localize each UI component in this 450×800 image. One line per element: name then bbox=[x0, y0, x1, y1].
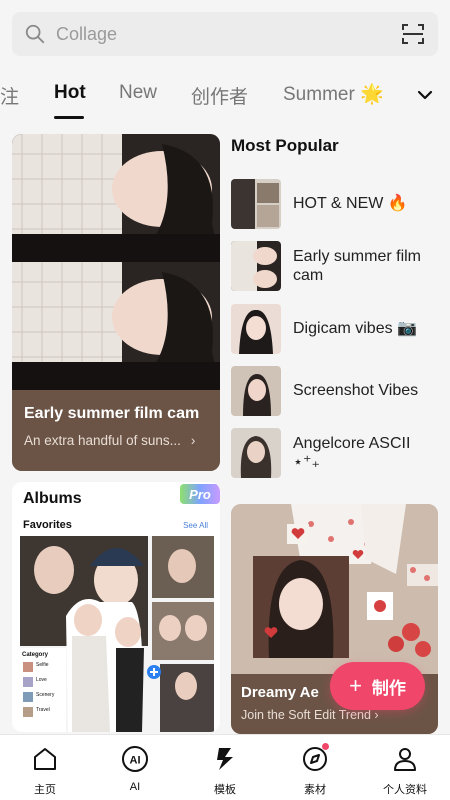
tab-new[interactable]: New bbox=[119, 82, 157, 104]
nav-item-assets[interactable]: 素材 bbox=[280, 743, 350, 797]
category-title: Category bbox=[22, 652, 49, 658]
scan-icon[interactable] bbox=[400, 21, 426, 47]
active-tab-indicator bbox=[54, 116, 84, 119]
nav-item-templates[interactable]: 模板 bbox=[190, 745, 260, 797]
nav-item-ai[interactable]: AI AI bbox=[100, 745, 170, 793]
albums-title: Albums bbox=[23, 490, 82, 507]
nav-label: 模板 bbox=[214, 784, 236, 796]
create-button-label: 制作 bbox=[371, 678, 406, 698]
person-icon bbox=[394, 748, 416, 771]
create-button[interactable]: + 制作 bbox=[330, 662, 425, 710]
search-bar[interactable]: Collage bbox=[12, 12, 438, 56]
nav-item-home[interactable]: 主页 bbox=[10, 745, 80, 797]
category-list: Category Selfie Love Scenery Travel bbox=[22, 652, 66, 713]
popular-item[interactable]: HOT & NEW 🔥 bbox=[231, 178, 441, 230]
home-icon bbox=[34, 748, 56, 770]
nav-item-profile[interactable]: 个人资料 bbox=[370, 745, 440, 797]
tab-summer[interactable]: Summer 🌟 bbox=[283, 82, 384, 106]
nav-label: AI bbox=[129, 781, 141, 793]
featured-subtitle-text: An extra handful of suns... bbox=[24, 433, 181, 448]
popular-item[interactable]: Angelcore ASCII ⋆⁺₊ bbox=[231, 427, 441, 479]
popular-item[interactable]: Screenshot Vibes bbox=[231, 365, 441, 417]
featured-caption: Early summer film cam An extra handful o… bbox=[12, 391, 220, 471]
popular-thumbnail bbox=[231, 179, 281, 229]
popular-item[interactable]: Early summer film cam bbox=[231, 240, 441, 292]
notification-dot bbox=[322, 743, 329, 750]
most-popular-heading: Most Popular bbox=[231, 136, 339, 155]
nav-label: 个人资料 bbox=[383, 784, 427, 796]
category-item-label: Love bbox=[36, 677, 47, 683]
nav-label: 素材 bbox=[304, 784, 326, 796]
see-all-link[interactable]: See All bbox=[183, 521, 208, 530]
category-item-label: Travel bbox=[36, 707, 50, 713]
popular-item-label: Digicam vibes 📷 bbox=[293, 320, 417, 338]
category-item-label: Selfie bbox=[36, 662, 49, 668]
tab-hot[interactable]: Hot bbox=[54, 82, 86, 104]
popular-thumbnail bbox=[231, 304, 281, 354]
nav-label: 主页 bbox=[34, 784, 56, 796]
category-tabs: 注 Hot New 创作者 Summer 🌟 bbox=[0, 70, 450, 120]
ai-icon: AI bbox=[122, 746, 148, 772]
templates-icon bbox=[217, 748, 233, 770]
plus-icon: + bbox=[349, 673, 362, 698]
svg-text:AI: AI bbox=[130, 755, 141, 767]
tab-follow[interactable]: 注 bbox=[0, 82, 19, 109]
popular-item[interactable]: Digicam vibes 📷 bbox=[231, 303, 441, 355]
featured-subtitle: An extra handful of suns... › bbox=[24, 433, 208, 448]
popular-item-label: HOT & NEW 🔥 bbox=[293, 195, 408, 213]
search-icon bbox=[25, 24, 45, 44]
featured-title: Early summer film cam bbox=[24, 405, 200, 422]
category-item-label: Scenery bbox=[36, 692, 55, 698]
bottom-navigation: 主页 AI AI 模板 素材 个人资料 bbox=[0, 734, 450, 800]
template-photo bbox=[231, 504, 438, 674]
template-photo bbox=[12, 262, 220, 390]
search-placeholder[interactable]: Collage bbox=[56, 24, 400, 45]
tab-creators[interactable]: 创作者 bbox=[191, 82, 248, 109]
popular-item-label: Screenshot Vibes bbox=[293, 382, 419, 400]
chevron-down-icon[interactable] bbox=[416, 86, 434, 104]
favorites-heading: Favorites bbox=[23, 519, 72, 531]
chevron-right-icon: › bbox=[190, 433, 196, 448]
template-photo bbox=[12, 134, 220, 262]
dreamy-subtitle: Join the Soft Edit Trend › bbox=[241, 708, 379, 722]
popular-item-label: Angelcore ASCII ⋆⁺₊ bbox=[293, 434, 411, 471]
popular-item-label: Early summer film cam bbox=[293, 247, 422, 284]
popular-thumbnail bbox=[231, 428, 281, 478]
popular-thumbnail bbox=[231, 366, 281, 416]
pro-badge: Pro bbox=[180, 484, 220, 504]
albums-card[interactable]: Albums Pro Favorites See All Category Se… bbox=[12, 482, 220, 732]
featured-template-card[interactable]: Early summer film cam An extra handful o… bbox=[12, 134, 220, 471]
popular-thumbnail bbox=[231, 241, 281, 291]
